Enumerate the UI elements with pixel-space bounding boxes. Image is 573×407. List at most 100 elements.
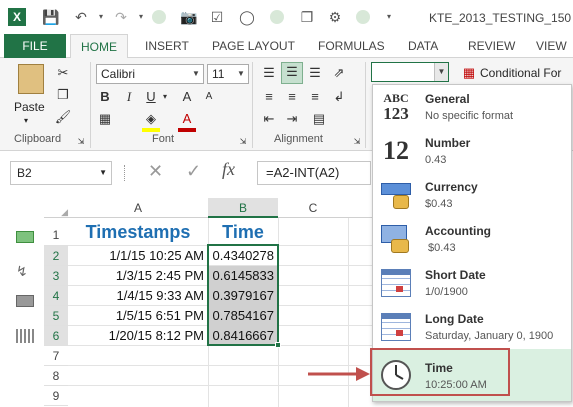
tab-insert[interactable]: INSERT <box>145 34 189 58</box>
table-cell-timestamp[interactable]: 1/20/15 8:12 PM <box>70 326 204 346</box>
decrease-indent-icon[interactable]: ⇤ <box>260 110 278 128</box>
row-header[interactable]: 2 <box>44 246 68 266</box>
table-cell-timestamp[interactable]: 1/5/15 6:51 PM <box>70 306 204 326</box>
chevron-down-icon[interactable]: ▼ <box>434 63 448 81</box>
format-option-long-date[interactable]: Long Date Saturday, January 0, 1900 <box>373 305 571 349</box>
quick-access-icon[interactable] <box>356 10 370 24</box>
settings-icon[interactable]: ⚙ <box>326 8 344 26</box>
sheet-icon[interactable] <box>16 231 34 243</box>
checkbox-icon[interactable]: ☑ <box>208 8 226 26</box>
font-color-icon[interactable]: A <box>178 110 196 128</box>
table-cell-time[interactable]: 0.6145833 <box>210 266 274 286</box>
col-header-b[interactable]: B <box>208 198 278 218</box>
format-option-general[interactable]: ABC 123 General No specific format <box>373 85 571 129</box>
borders-icon[interactable]: ▦ <box>96 110 114 128</box>
row-header[interactable]: 8 <box>44 366 68 386</box>
format-painter-icon[interactable]: 🖌 <box>54 108 72 126</box>
chevron-down-icon[interactable]: ▼ <box>234 65 248 83</box>
camera-icon[interactable]: 📷 <box>180 8 198 26</box>
check-circle-icon[interactable]: ◯ <box>238 8 256 26</box>
underline-button[interactable]: U <box>142 88 160 106</box>
paste-icon[interactable] <box>18 64 44 94</box>
row-header[interactable]: 6 <box>44 326 68 346</box>
increase-indent-icon[interactable]: ⇥ <box>283 110 301 128</box>
format-option-accounting[interactable]: Accounting $0.43 <box>373 217 571 261</box>
name-box[interactable]: B2 ▼ <box>10 161 112 185</box>
align-right-icon[interactable]: ≡ <box>306 88 324 106</box>
font-name-select[interactable]: Calibri ▼ <box>96 64 204 84</box>
customize-toolbar-icon[interactable]: ▾ <box>380 8 398 26</box>
tab-file[interactable]: FILE <box>4 34 66 58</box>
tab-formulas[interactable]: FORMULAS <box>318 34 385 58</box>
copy-icon[interactable]: ❐ <box>298 8 316 26</box>
enter-icon[interactable]: ✓ <box>186 161 201 182</box>
format-option-currency[interactable]: Currency $0.43 <box>373 173 571 217</box>
cut-icon[interactable]: ✂ <box>54 64 72 82</box>
table-cell-time[interactable]: 0.8416667 <box>210 326 274 346</box>
table-cell-timestamp[interactable]: 1/4/15 9:33 AM <box>70 286 204 306</box>
bold-button[interactable]: B <box>96 88 114 106</box>
tab-review[interactable]: REVIEW <box>468 34 515 58</box>
table-cell-timestamp[interactable]: 1/1/15 10:25 AM <box>70 246 204 266</box>
table-cell-timestamp[interactable]: 1/3/15 2:45 PM <box>70 266 204 286</box>
row-header[interactable]: 4 <box>44 286 68 306</box>
undo-icon[interactable]: ↶ <box>72 8 90 26</box>
undo-dropdown-icon[interactable]: ▾ <box>92 8 110 26</box>
conditional-formatting-button[interactable]: Conditional For <box>480 66 561 80</box>
alignment-launcher-icon[interactable]: ⇲ <box>352 133 362 146</box>
cell-b1[interactable]: Time <box>210 220 276 244</box>
row-header[interactable]: 7 <box>44 346 68 366</box>
quick-access-icon[interactable] <box>270 10 284 24</box>
align-top-icon[interactable]: ☰ <box>260 64 278 82</box>
align-left-icon[interactable]: ≡ <box>260 88 278 106</box>
tab-view[interactable]: VIEW <box>536 34 567 58</box>
paste-dropdown-icon[interactable]: ▾ <box>24 116 28 125</box>
align-bottom-icon[interactable]: ☰ <box>306 64 324 82</box>
format-option-number[interactable]: 12 Number 0.43 <box>373 129 571 173</box>
splitter-handle[interactable] <box>124 165 126 181</box>
barcode-icon[interactable] <box>16 329 34 343</box>
orientation-icon[interactable]: ⇗ <box>330 64 348 82</box>
cancel-icon[interactable]: ✕ <box>148 161 163 182</box>
table-cell-time[interactable]: 0.4340278 <box>210 246 274 266</box>
tab-data[interactable]: DATA <box>408 34 438 58</box>
paste-button[interactable]: Paste <box>14 100 45 114</box>
quick-access-icon[interactable] <box>152 10 166 24</box>
align-middle-icon[interactable]: ☰ <box>281 62 303 84</box>
row-header[interactable]: 9 <box>44 386 68 406</box>
cell-a1[interactable]: Timestamps <box>70 220 206 244</box>
merge-center-icon[interactable]: ▤ <box>310 110 328 128</box>
select-all-corner[interactable]: ◢ <box>44 198 68 218</box>
fill-handle[interactable] <box>275 342 281 348</box>
wrap-text-icon[interactable]: ↲ <box>330 88 348 106</box>
number-format-select[interactable]: ▼ <box>371 62 449 82</box>
font-size-select[interactable]: 11 ▼ <box>207 64 249 84</box>
format-option-short-date[interactable]: Short Date 1/0/1900 <box>373 261 571 305</box>
redo-dropdown-icon[interactable]: ▾ <box>132 8 150 26</box>
stack-icon[interactable] <box>16 295 34 307</box>
insert-function-button[interactable]: fx <box>222 159 235 180</box>
drawing-tool-icon[interactable]: ↯ <box>16 263 28 280</box>
font-launcher-icon[interactable]: ⇲ <box>238 133 248 146</box>
row-header[interactable]: 3 <box>44 266 68 286</box>
formula-input[interactable]: =A2-INT(A2) <box>257 161 371 185</box>
col-header-c[interactable]: C <box>278 198 348 218</box>
italic-button[interactable]: I <box>120 88 138 106</box>
tab-page-layout[interactable]: PAGE LAYOUT <box>212 34 295 58</box>
chevron-down-icon[interactable]: ▼ <box>99 162 107 184</box>
table-cell-time[interactable]: 0.7854167 <box>210 306 274 326</box>
row-header[interactable]: 1 <box>44 224 68 246</box>
table-cell-time[interactable]: 0.3979167 <box>210 286 274 306</box>
col-header-a[interactable]: A <box>68 198 208 218</box>
underline-dropdown-icon[interactable]: ▾ <box>160 88 170 106</box>
conditional-formatting-icon[interactable]: ▦ <box>460 64 478 82</box>
chevron-down-icon[interactable]: ▼ <box>189 65 203 83</box>
clipboard-launcher-icon[interactable]: ⇲ <box>76 133 86 146</box>
decrease-font-icon[interactable]: A <box>200 88 218 106</box>
copy-icon[interactable]: ❐ <box>54 86 72 104</box>
increase-font-icon[interactable]: A <box>178 88 196 106</box>
redo-icon[interactable]: ↷ <box>112 8 130 26</box>
row-header[interactable]: 5 <box>44 306 68 326</box>
fill-color-icon[interactable]: ◈ <box>142 110 160 128</box>
save-icon[interactable]: 💾 <box>42 8 60 26</box>
